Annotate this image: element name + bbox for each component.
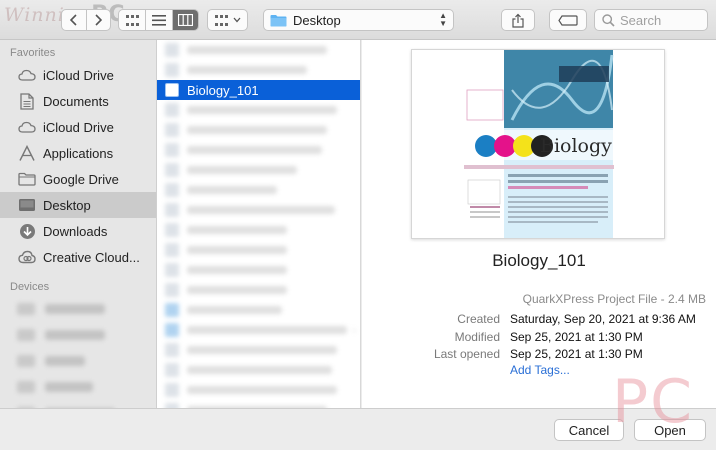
preview-pane: Biology Biology_101 QuarkXPress Project … <box>362 40 716 408</box>
updown-arrows-icon: ▲ ▼ <box>439 11 447 28</box>
view-mode-control <box>118 9 199 31</box>
cloud-icon <box>17 66 37 84</box>
sidebar-item-applications[interactable]: Applications <box>0 140 156 166</box>
device-item[interactable] <box>0 400 156 408</box>
location-label: Desktop <box>293 12 341 28</box>
folder-icon <box>270 14 287 26</box>
sidebar-item-label: Desktop <box>43 197 91 213</box>
device-item[interactable] <box>0 348 156 374</box>
watermark-pc: PC <box>612 367 695 437</box>
search-icon <box>602 13 615 27</box>
file-row[interactable] <box>157 120 360 140</box>
devices-header: Devices <box>10 281 50 293</box>
file-row-selected[interactable]: Biology_101 <box>157 80 360 100</box>
created-label: Created <box>457 312 500 326</box>
column-view-button[interactable] <box>171 10 198 30</box>
share-button[interactable] <box>501 9 535 31</box>
sidebar-item-desktop[interactable]: Desktop <box>0 192 156 218</box>
chevron-right-icon <box>95 14 103 26</box>
tag-icon <box>558 14 578 26</box>
sidebar-item-icloud-drive-2[interactable]: iCloud Drive <box>0 114 156 140</box>
sidebar-item-label: Applications <box>43 145 114 161</box>
chevron-down-icon <box>233 17 240 23</box>
creative-cloud-icon <box>17 248 37 266</box>
thumbnail-title: Biology <box>540 135 612 157</box>
file-row[interactable] <box>157 260 360 280</box>
download-icon <box>17 222 37 240</box>
file-row[interactable] <box>157 100 360 120</box>
group-by-button[interactable] <box>207 9 248 31</box>
list-view-button[interactable] <box>145 10 171 30</box>
quarkxpress-file-icon <box>165 83 179 97</box>
file-column: Biology_101 › <box>157 40 361 408</box>
tags-button[interactable] <box>549 9 587 31</box>
file-row[interactable] <box>157 360 360 380</box>
icon-view-button[interactable] <box>119 10 145 30</box>
search-field[interactable]: Search <box>594 9 708 31</box>
file-row[interactable] <box>157 400 360 408</box>
metadata-labels: Created Modified Last opened <box>434 311 500 364</box>
selected-file-name: Biology_101 <box>187 82 259 98</box>
search-placeholder: Search <box>620 12 662 28</box>
file-row[interactable] <box>157 140 360 160</box>
sidebar: Favorites iCloud Drive Documents iCloud … <box>0 40 157 408</box>
sidebar-item-google-drive[interactable]: Google Drive <box>0 166 156 192</box>
sidebar-item-downloads[interactable]: Downloads <box>0 218 156 244</box>
grid-icon <box>125 14 139 26</box>
sidebar-item-label: Creative Cloud... <box>43 249 140 265</box>
sidebar-item-icloud-drive[interactable]: iCloud Drive <box>0 62 156 88</box>
file-row[interactable] <box>157 180 360 200</box>
file-row[interactable] <box>157 160 360 180</box>
sidebar-item-label: Google Drive <box>43 171 119 187</box>
add-tags-link[interactable]: Add Tags... <box>510 363 570 377</box>
toolbar: WinningPC Desktop ▲▼ Search <box>0 0 716 40</box>
file-row[interactable] <box>157 380 360 400</box>
devices-list <box>0 296 156 408</box>
file-row[interactable] <box>157 240 360 260</box>
file-row[interactable] <box>157 60 360 80</box>
sidebar-item-label: Documents <box>43 93 109 109</box>
file-row[interactable]: › <box>157 320 360 340</box>
device-item[interactable] <box>0 322 156 348</box>
file-row[interactable] <box>157 40 360 60</box>
sidebar-item-creative-cloud[interactable]: Creative Cloud... <box>0 244 156 270</box>
desktop-icon <box>17 196 37 214</box>
cloud-icon <box>17 118 37 136</box>
folder-icon <box>17 170 37 188</box>
chevron-left-icon <box>69 14 77 26</box>
preview-file-name: Biology_101 <box>492 251 586 270</box>
sidebar-item-label: iCloud Drive <box>43 67 114 83</box>
file-row[interactable] <box>157 280 360 300</box>
file-kind-size: QuarkXPress Project File - 2.4 MB <box>522 292 706 306</box>
metadata-values: Saturday, Sep 20, 2021 at 9:36 AM Sep 25… <box>510 311 696 364</box>
back-button[interactable] <box>62 10 86 30</box>
document-thumbnail: Biology <box>411 49 665 239</box>
applications-icon <box>17 144 37 162</box>
document-icon <box>17 92 37 110</box>
modified-label: Modified <box>454 329 500 344</box>
location-dropdown[interactable]: Desktop ▲ ▼ <box>263 9 454 31</box>
file-row[interactable] <box>157 200 360 220</box>
bottom-bar: Cancel Open <box>0 408 716 450</box>
created-value: Saturday, Sep 20, 2021 at 9:36 AM <box>510 312 696 326</box>
list-icon <box>151 14 166 26</box>
device-item[interactable] <box>0 296 156 322</box>
group-grid-icon <box>214 14 228 26</box>
last-opened-value: Sep 25, 2021 at 1:30 PM <box>510 347 643 361</box>
file-row[interactable] <box>157 300 360 320</box>
back-forward-control <box>61 9 111 31</box>
last-opened-label: Last opened <box>433 347 500 361</box>
device-item[interactable] <box>0 374 156 400</box>
share-icon <box>512 13 524 28</box>
file-row[interactable] <box>157 340 360 360</box>
sidebar-item-label: Downloads <box>43 223 108 239</box>
sidebar-item-label: iCloud Drive <box>43 119 114 135</box>
columns-icon <box>177 14 193 26</box>
file-row[interactable] <box>157 220 360 240</box>
forward-button[interactable] <box>85 10 110 30</box>
modified-value: Sep 25, 2021 at 1:30 PM <box>510 329 643 344</box>
favorites-header: Favorites <box>10 47 56 59</box>
sidebar-item-documents[interactable]: Documents <box>0 88 156 114</box>
